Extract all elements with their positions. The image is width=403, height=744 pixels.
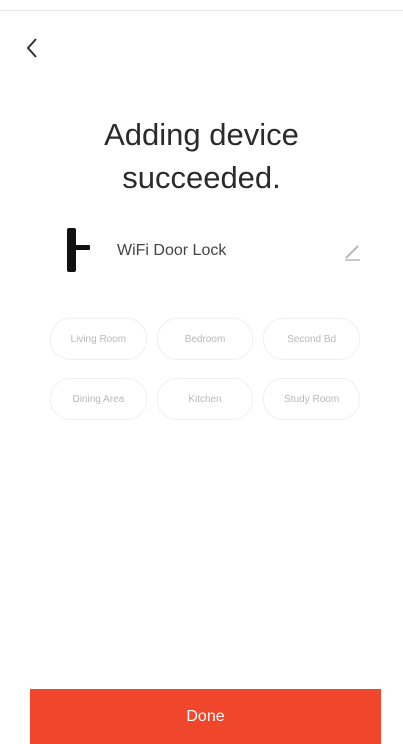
room-chip[interactable]: Bedroom: [156, 318, 254, 360]
pencil-icon[interactable]: [342, 240, 364, 262]
back-button[interactable]: [18, 34, 46, 62]
top-divider: [0, 10, 403, 11]
room-chip[interactable]: Study Room: [263, 378, 360, 420]
room-chip[interactable]: Kitchen: [156, 378, 254, 420]
door-lock-icon: [67, 228, 90, 272]
device-row: WiFi Door Lock: [50, 226, 370, 276]
room-chip[interactable]: Living Room: [50, 318, 147, 360]
room-chip[interactable]: Second Bd: [263, 318, 360, 360]
device-name: WiFi Door Lock: [117, 242, 227, 259]
page-title: Adding device succeeded.: [104, 117, 299, 195]
room-chip[interactable]: Dining Area: [50, 378, 147, 420]
done-button[interactable]: Done: [30, 689, 381, 744]
room-chip-grid: Living Room Bedroom Second Bd Dining Are…: [50, 318, 360, 420]
chevron-left-icon: [26, 38, 37, 58]
